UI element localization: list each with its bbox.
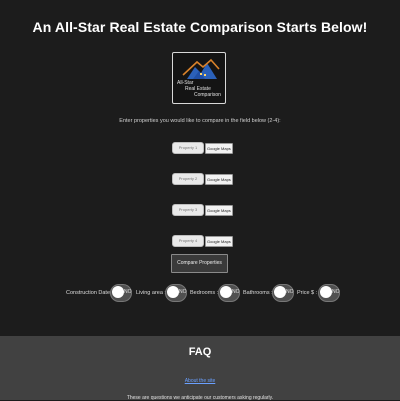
construction-date-toggle[interactable]: NO xyxy=(110,284,132,302)
about-site-link[interactable]: About the site xyxy=(0,378,400,384)
faq-description: These are questions we anticipate our cu… xyxy=(126,395,274,401)
google-maps-button-1[interactable]: Google Maps xyxy=(205,143,233,154)
filter-label-construction-date: Construction Date : xyxy=(66,290,114,296)
faq-section: FAQ About the site These are questions w… xyxy=(0,336,400,401)
filter-label-bathrooms: Bathrooms : xyxy=(243,290,273,296)
toggle-knob xyxy=(112,286,124,298)
site-logo: All-Star Real Estate Comparison xyxy=(172,52,226,104)
filter-label-bedrooms: Bedrooms : xyxy=(190,290,219,296)
bedrooms-toggle[interactable]: NO xyxy=(218,284,240,302)
filter-label-price: Price $ : xyxy=(297,290,318,296)
property-row-3: Google Maps xyxy=(172,204,233,216)
toggle-knob xyxy=(167,286,179,298)
toggle-knob xyxy=(220,286,232,298)
bathrooms-toggle[interactable]: NO xyxy=(272,284,294,302)
toggle-state: NO xyxy=(332,289,340,295)
property-row-2: Google Maps xyxy=(172,173,233,185)
google-maps-button-4[interactable]: Google Maps xyxy=(205,236,233,247)
property-3-input[interactable] xyxy=(172,204,204,216)
page-title: An All-Star Real Estate Comparison Start… xyxy=(32,19,368,35)
living-area-toggle[interactable]: NO xyxy=(165,284,187,302)
property-row-4: Google Maps xyxy=(172,235,233,247)
logo-text-line3: Comparison xyxy=(194,92,221,98)
price-toggle[interactable]: NO xyxy=(318,284,340,302)
property-4-input[interactable] xyxy=(172,235,204,247)
toggle-state: NO xyxy=(286,289,294,295)
filter-toggles: Construction Date : NO Living area : NO … xyxy=(0,284,400,302)
filter-label-living-area: Living area : xyxy=(136,290,166,296)
faq-title: FAQ xyxy=(188,346,212,358)
property-row-1: Google Maps xyxy=(172,142,233,154)
toggle-knob xyxy=(274,286,286,298)
house-icon xyxy=(182,58,220,79)
toggle-knob xyxy=(320,286,332,298)
property-1-input[interactable] xyxy=(172,142,204,154)
compare-properties-button[interactable]: Compare Properties xyxy=(171,254,228,273)
google-maps-button-3[interactable]: Google Maps xyxy=(205,205,233,216)
property-2-input[interactable] xyxy=(172,173,204,185)
toggle-state: NO xyxy=(232,289,240,295)
toggle-state: NO xyxy=(179,289,187,295)
toggle-state: NO xyxy=(124,289,132,295)
google-maps-button-2[interactable]: Google Maps xyxy=(205,174,233,185)
instructions-text: Enter properties you would like to compa… xyxy=(119,118,281,124)
